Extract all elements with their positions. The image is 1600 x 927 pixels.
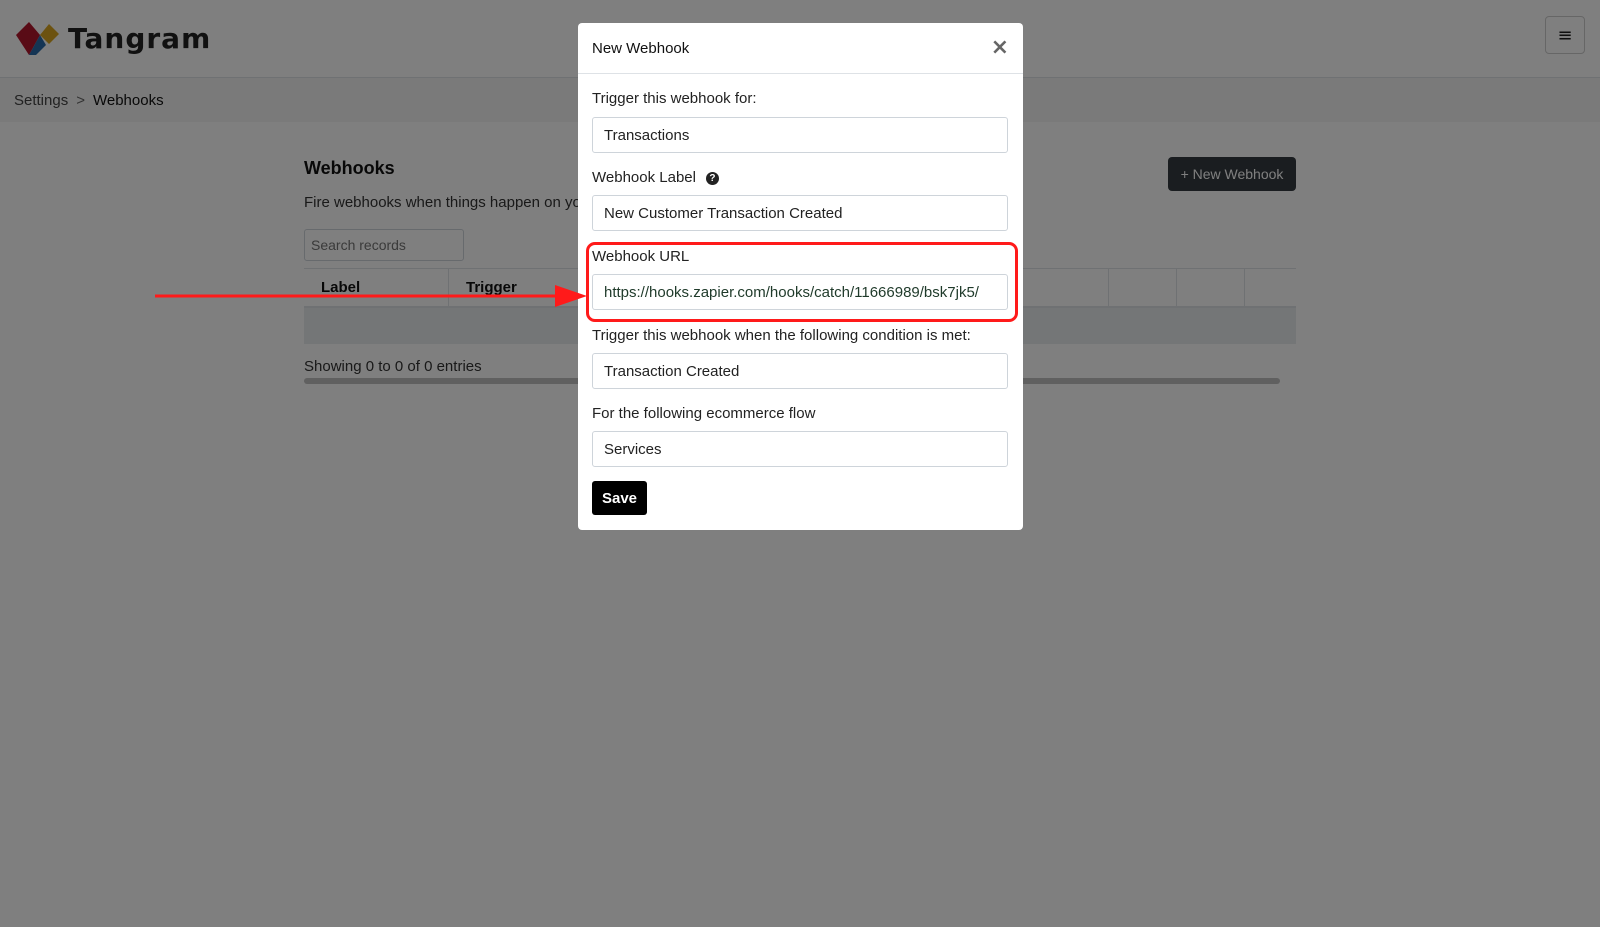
condition-select[interactable] xyxy=(592,353,1008,389)
webhook-label-label: Webhook Label? xyxy=(592,169,719,186)
modal-header: New Webhook × xyxy=(578,23,1023,74)
ecommerce-flow-select[interactable] xyxy=(592,431,1008,467)
trigger-for-select[interactable] xyxy=(592,117,1008,153)
close-icon[interactable]: × xyxy=(991,37,1009,59)
annotation-arrow-icon xyxy=(155,285,587,307)
webhook-label-text: Webhook Label xyxy=(592,169,696,186)
ecommerce-flow-label: For the following ecommerce flow xyxy=(592,405,816,422)
condition-label: Trigger this webhook when the following … xyxy=(592,327,971,344)
trigger-for-label: Trigger this webhook for: xyxy=(592,90,757,107)
webhook-label-input[interactable] xyxy=(592,195,1008,231)
modal-title: New Webhook xyxy=(592,40,690,57)
save-button[interactable]: Save xyxy=(592,481,647,515)
question-circle-icon[interactable]: ? xyxy=(705,172,719,185)
annotation-highlight-box xyxy=(586,242,1018,322)
